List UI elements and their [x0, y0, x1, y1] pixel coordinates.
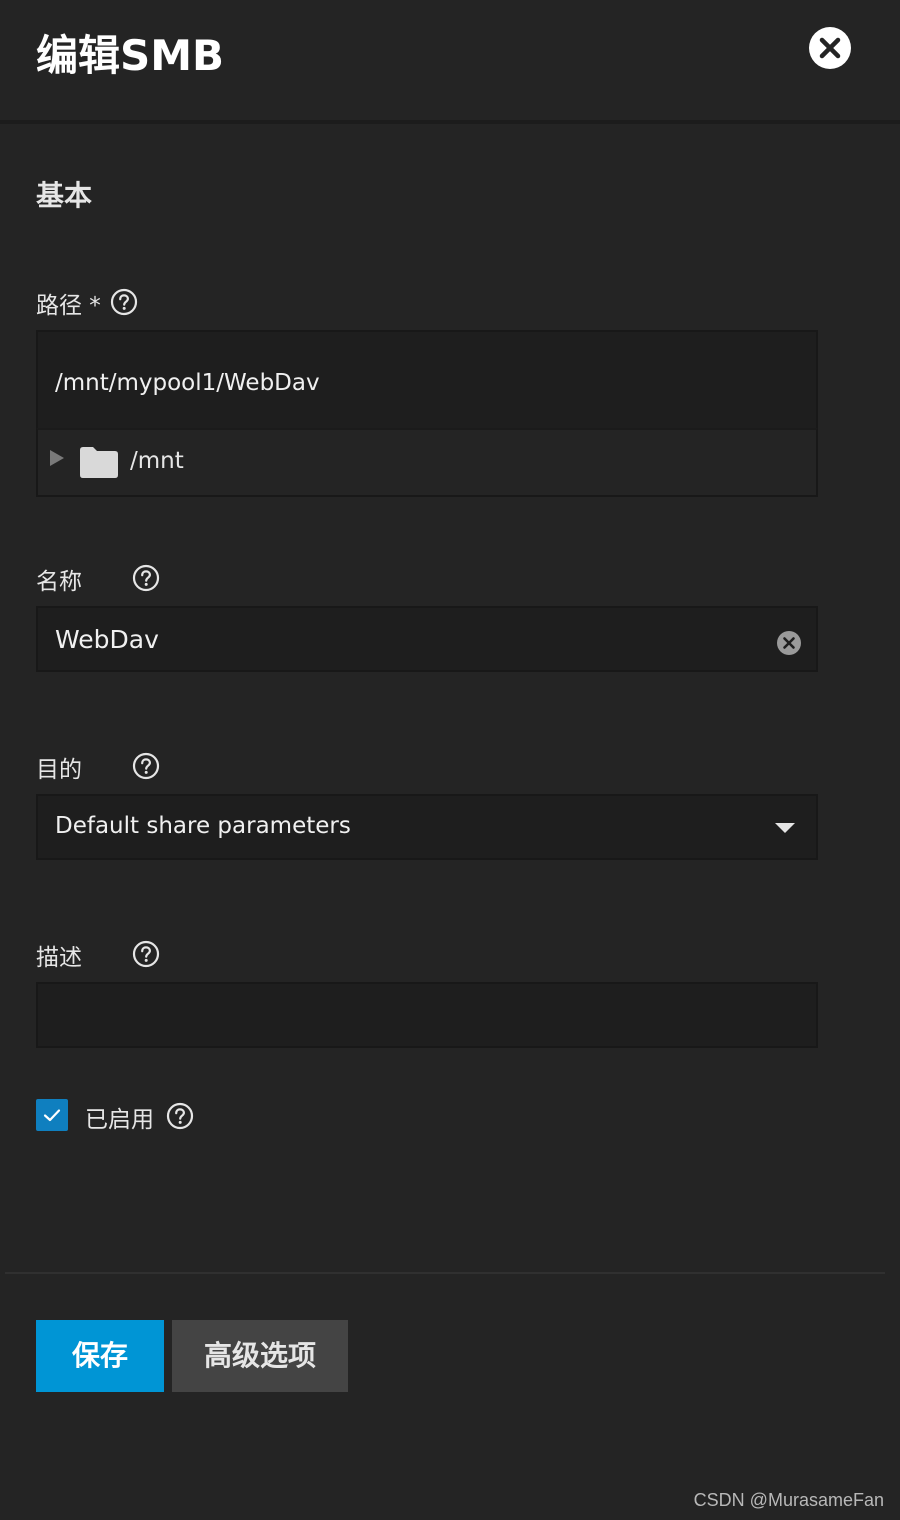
- dialog-header: 编辑SMB: [0, 0, 900, 120]
- section-title-basic: 基本: [36, 179, 93, 212]
- enabled-help-icon[interactable]: [166, 1102, 194, 1130]
- path-help-icon[interactable]: [110, 288, 138, 316]
- description-input[interactable]: [36, 982, 818, 1048]
- purpose-help-icon[interactable]: [132, 752, 160, 780]
- purpose-label: 目的: [36, 757, 82, 783]
- expand-arrow-icon[interactable]: [50, 450, 64, 466]
- advanced-options-button[interactable]: 高级选项: [172, 1320, 348, 1392]
- clear-input-icon[interactable]: [776, 630, 802, 656]
- close-icon[interactable]: [809, 27, 851, 69]
- edit-smb-dialog: 编辑SMB 基本 路径 * /mnt/mypool1/WebDav /mnt 名…: [0, 0, 900, 1520]
- path-label: 路径 *: [36, 293, 101, 319]
- folder-icon: [78, 445, 120, 479]
- footer-divider: [5, 1272, 885, 1274]
- enabled-label: 已启用: [85, 1107, 154, 1133]
- watermark: CSDN @MurasameFan: [693, 1490, 884, 1510]
- name-input-value: WebDav: [55, 625, 159, 654]
- tree-item-label: /mnt: [130, 448, 184, 474]
- path-input-value: /mnt/mypool1/WebDav: [55, 370, 320, 396]
- dialog-title: 编辑SMB: [36, 31, 225, 80]
- path-tree-item-mnt[interactable]: /mnt: [36, 428, 818, 497]
- dropdown-arrow-icon[interactable]: [775, 823, 795, 833]
- enabled-checkbox[interactable]: [36, 1099, 68, 1131]
- purpose-select[interactable]: Default share parameters: [36, 794, 818, 860]
- description-label: 描述: [36, 945, 82, 971]
- name-label: 名称: [36, 569, 82, 595]
- path-input[interactable]: /mnt/mypool1/WebDav: [36, 330, 818, 430]
- purpose-selected-value: Default share parameters: [55, 813, 351, 839]
- save-button[interactable]: 保存: [36, 1320, 164, 1392]
- name-input[interactable]: WebDav: [36, 606, 818, 672]
- header-divider: [0, 120, 900, 124]
- name-help-icon[interactable]: [132, 564, 160, 592]
- description-help-icon[interactable]: [132, 940, 160, 968]
